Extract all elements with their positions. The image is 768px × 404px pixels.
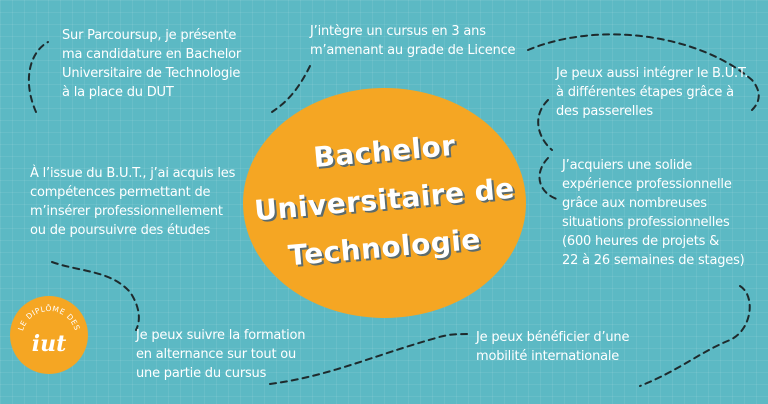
note-parcoursup: Sur Parcoursup, je présente ma candidatu… <box>62 28 242 100</box>
iut-logo: iut <box>31 331 67 357</box>
infographic: Bachelor Universitaire de Technologie Su… <box>0 0 768 404</box>
note-licence: J’intègre un cursus en 3 ans m’amenant a… <box>310 24 516 58</box>
dash-right-mid-2 <box>538 157 561 201</box>
note-competences: À l’issue du B.U.T., j’ai acquis les com… <box>30 166 236 238</box>
iut-diploma-badge: LE DIPLÔME DES iut <box>10 296 88 374</box>
dash-top-left <box>27 41 49 113</box>
note-mobilite: Je peux bénéficier d’une mobilité intern… <box>476 330 630 364</box>
note-alternance: Je peux suivre la formation en alternanc… <box>136 328 306 381</box>
main-title: Bachelor Universitaire de Technologie <box>243 128 526 272</box>
note-passerelles: Je peux aussi intégrer le B.U.T. à diffé… <box>556 66 749 119</box>
dash-right-mid <box>537 99 553 151</box>
svg-text:LE DIPLÔME DES: LE DIPLÔME DES <box>16 304 82 332</box>
dash-top-middle <box>271 65 311 113</box>
note-experience: J’acquiers une solide expérience profess… <box>562 158 745 268</box>
dash-right-bottom <box>639 285 751 387</box>
